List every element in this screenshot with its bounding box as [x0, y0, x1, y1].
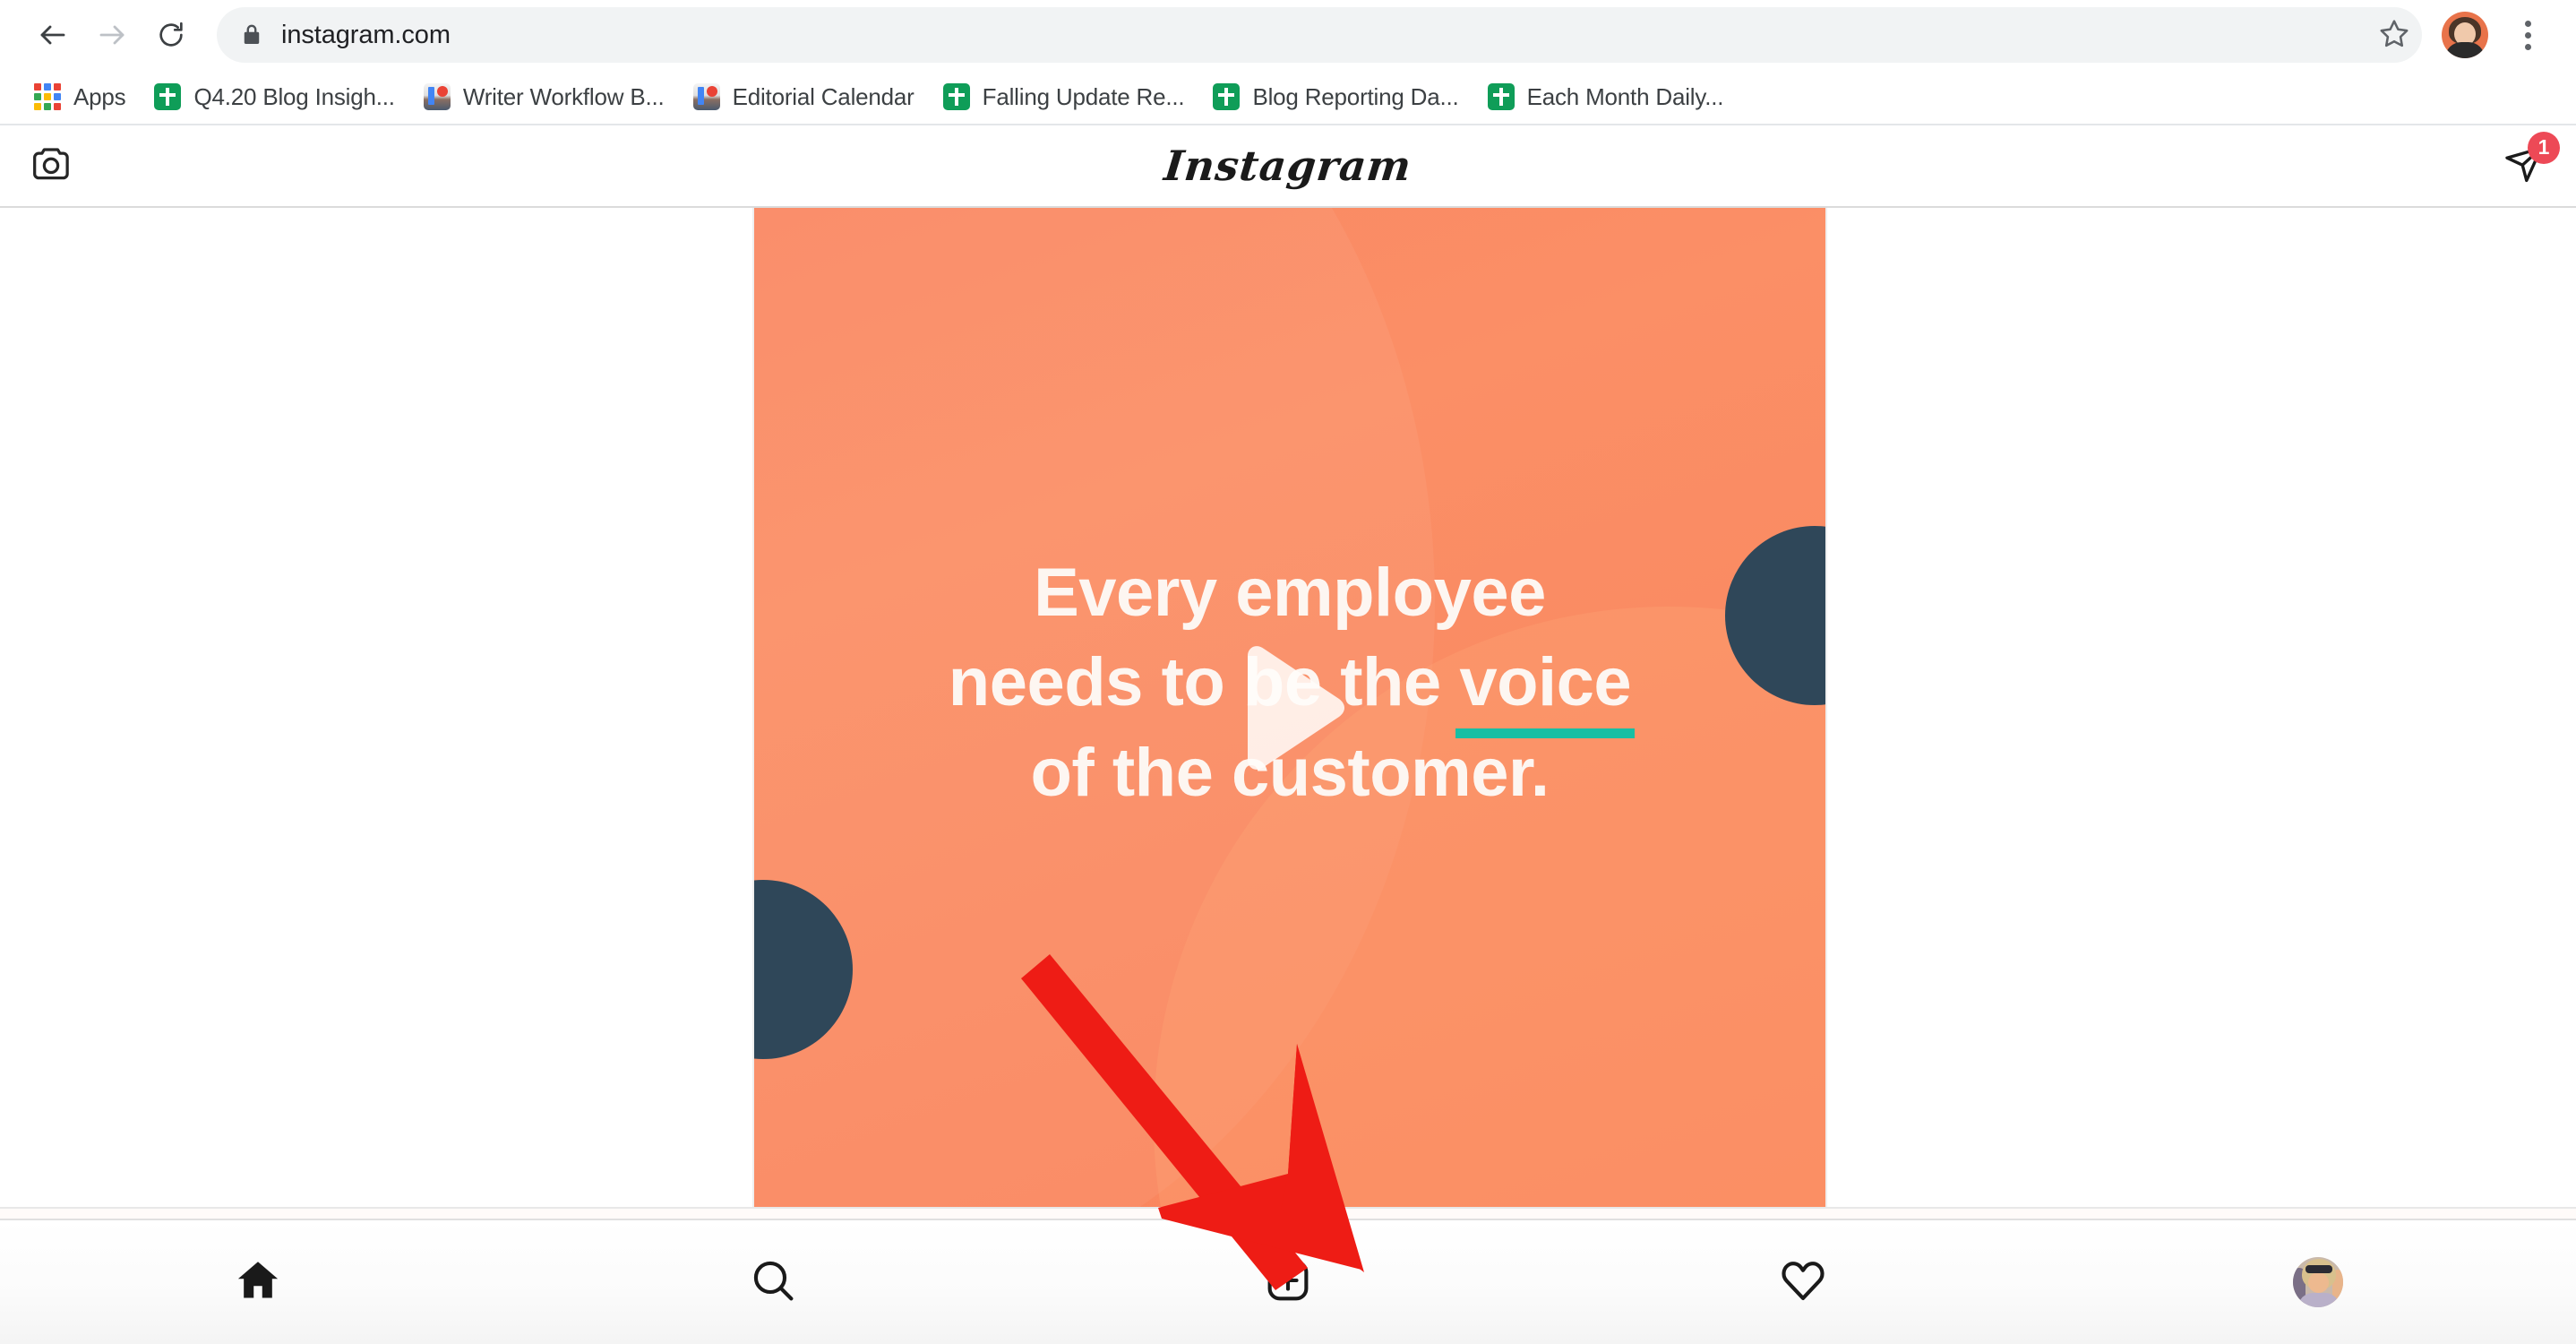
back-arrow-icon [37, 19, 69, 51]
nav-activity-button[interactable] [1546, 1220, 2061, 1344]
google-sheets-icon [154, 83, 182, 110]
bookmark-item[interactable]: Falling Update Re... [929, 73, 1199, 120]
avatar-body [2445, 42, 2485, 58]
google-sheets-icon [942, 83, 970, 110]
bookmark-label: Falling Update Re... [982, 82, 1185, 110]
reload-icon [156, 20, 186, 50]
plus-square-icon [1265, 1257, 1311, 1308]
camera-button[interactable] [30, 145, 72, 187]
apps-label: Apps [73, 82, 126, 110]
bookmark-item[interactable]: Q4.20 Blog Insigh... [140, 73, 408, 120]
bookmark-label: Blog Reporting Da... [1252, 82, 1459, 110]
instagram-header: Instagram 1 [0, 125, 2576, 208]
bookmark-label: Writer Workflow B... [462, 82, 665, 110]
search-icon [750, 1257, 796, 1308]
play-triangle-icon [1228, 642, 1352, 774]
bookmark-star-button[interactable] [2366, 7, 2422, 63]
back-button[interactable] [23, 5, 82, 65]
bookmark-item[interactable]: Writer Workflow B... [409, 73, 679, 120]
browser-window: instagram.com Apps Q4.20 Blog Insigh... … [0, 0, 2576, 1344]
reload-button[interactable] [142, 5, 201, 65]
lock-icon [240, 22, 263, 47]
url-text: instagram.com [281, 20, 451, 49]
camera-icon [30, 145, 72, 187]
quote-line-1: Every employee [1034, 555, 1546, 631]
bookmark-item[interactable]: Blog Reporting Da... [1198, 73, 1473, 120]
bookmark-label: Q4.20 Blog Insigh... [193, 82, 395, 110]
instagram-logo: Instagram [1162, 142, 1414, 190]
apps-shortcut[interactable]: Apps [20, 73, 140, 120]
bookmark-label: Each Month Daily... [1526, 82, 1724, 110]
quote-highlight-voice: voice [1455, 638, 1636, 738]
nav-profile-button[interactable] [2061, 1220, 2576, 1344]
bookmark-label: Editorial Calendar [732, 82, 914, 110]
forward-arrow-icon [96, 19, 128, 51]
google-sheets-icon [1487, 83, 1515, 110]
browser-toolbar: instagram.com [0, 0, 2576, 70]
bookmark-item[interactable]: Each Month Daily... [1473, 73, 1739, 120]
instagram-bottom-nav [0, 1219, 2576, 1344]
apps-grid-icon [34, 83, 61, 110]
nav-add-post-button[interactable] [1030, 1220, 1545, 1344]
menu-dot [2524, 43, 2531, 50]
bookmark-star-icon [2379, 18, 2409, 53]
google-slides-icon [423, 83, 451, 110]
menu-dot [2524, 31, 2531, 39]
heart-icon [1780, 1257, 1826, 1308]
browser-profile-avatar[interactable] [2442, 12, 2488, 58]
forward-button[interactable] [82, 5, 142, 65]
instagram-feed: Every employee needs to be the voice of … [0, 208, 2576, 1344]
google-sheets-icon [1213, 83, 1241, 110]
nav-home-button[interactable] [0, 1220, 515, 1344]
bookmark-item[interactable]: Editorial Calendar [679, 73, 929, 120]
direct-messages-button[interactable]: 1 [2503, 131, 2560, 190]
home-icon [235, 1257, 281, 1308]
profile-avatar-icon [2293, 1257, 2344, 1307]
menu-dot [2524, 20, 2531, 27]
bookmarks-bar: Apps Q4.20 Blog Insigh... Writer Workflo… [0, 70, 2576, 125]
three-dot-menu-icon[interactable] [2503, 7, 2553, 63]
video-play-button[interactable] [1228, 642, 1352, 774]
nav-search-button[interactable] [515, 1220, 1030, 1344]
post-media[interactable]: Every employee needs to be the voice of … [752, 208, 1827, 1207]
notification-badge: 1 [2528, 131, 2560, 164]
google-slides-icon [692, 83, 720, 110]
address-bar[interactable]: instagram.com [217, 7, 2422, 63]
quote-line-2-prefix: needs to be the [948, 644, 1460, 721]
